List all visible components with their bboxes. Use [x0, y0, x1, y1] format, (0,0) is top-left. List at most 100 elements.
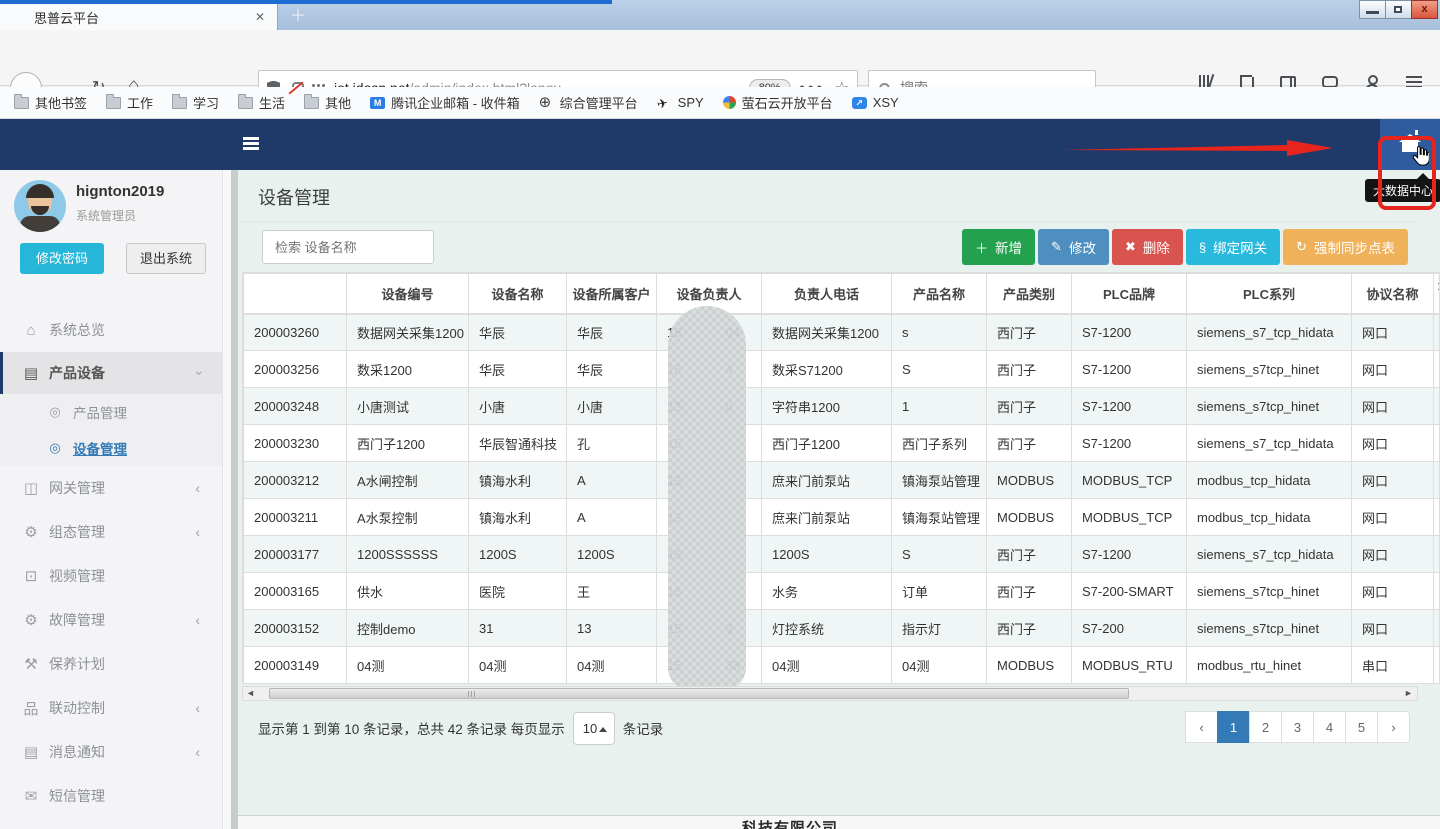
cell-device-name: 供水 [347, 573, 469, 610]
bookmark-icon [370, 97, 385, 109]
cell-plc-brand: 西门子 [987, 610, 1072, 647]
window-close-button[interactable]: x [1411, 0, 1438, 19]
bookmark-item[interactable]: 萤石云开放平台 [723, 93, 833, 112]
cell-plc-series: S7-1200 [1072, 388, 1187, 425]
bookmark-label: 其他书签 [35, 93, 87, 112]
cell-plc-series: MODBUS_TCP [1072, 462, 1187, 499]
bookmark-item[interactable]: 工作 [106, 93, 153, 112]
new-tab-button[interactable]: ＋ [286, 6, 310, 28]
bookmark-item[interactable]: 综合管理平台 [539, 93, 638, 112]
table-header-cell: 协议名称 [1352, 274, 1434, 314]
window-minimize-button[interactable] [1359, 0, 1386, 19]
table-row[interactable]: 200003212 A水闸控制 镇海水利 A 13 庶来门前泵站 镇海泵站管理 … [244, 462, 1440, 499]
bookmark-item[interactable]: 腾讯企业邮箱 - 收件箱 [370, 93, 520, 112]
sidebar-item[interactable]: ▤ 消息通知 ‹ [0, 730, 222, 774]
table-row[interactable]: 200003149 04测 04测 04测 1538 04测 04测 MODBU… [244, 647, 1440, 684]
scrollbar-thumb[interactable] [269, 688, 1129, 699]
page-button[interactable]: › [1377, 711, 1410, 743]
table-row[interactable]: 200003177 1200SSSSSS 1200S 1200S 15 1200… [244, 536, 1440, 573]
page-button[interactable]: 2 [1249, 711, 1282, 743]
cell-customer: 小唐 [469, 388, 567, 425]
scroll-right-arrow[interactable]: ► [1404, 689, 1414, 698]
browser-tab[interactable]: 思普云平台 ✕ [0, 4, 278, 30]
page-button[interactable]: 1 [1217, 711, 1250, 743]
sidebar-item[interactable]: ▤ 产品设备 ‹ [0, 352, 222, 394]
bookmark-label: SPY [678, 95, 704, 110]
sidebar-item[interactable]: ⚙ 故障管理 ‹ [0, 598, 222, 642]
action-button[interactable]: ✖ 删除 [1112, 229, 1183, 265]
page-title: 设备管理 [258, 184, 330, 210]
cell-plc-series: S7-200-SMART [1072, 573, 1187, 610]
window-controls: x [1360, 0, 1438, 19]
action-button[interactable]: § 绑定网关 [1186, 229, 1280, 265]
cell-customer: 1200S [469, 536, 567, 573]
sidebar-item[interactable]: ◫ 网关管理 ‹ [0, 466, 222, 510]
sidebar-item[interactable]: ⚙ 组态管理 ‹ [0, 510, 222, 554]
bookmark-label: 其他 [325, 93, 351, 112]
device-search-box[interactable] [262, 230, 434, 264]
change-password-button[interactable]: 修改密码 [20, 243, 104, 274]
table-row[interactable]: 200003165 供水 医院 王 18 水务 订单 西门子 S7-200-SM… [244, 573, 1440, 610]
sidebar-item[interactable]: ⚒ 保养计划 [0, 642, 222, 686]
window-restore-button[interactable] [1385, 0, 1412, 19]
bookmark-item[interactable]: 其他书签 [14, 93, 87, 112]
device-search-input[interactable] [273, 239, 423, 256]
cell-protocol: siemens_s7_tcp_hidata [1187, 425, 1352, 462]
action-button[interactable]: ↻ 强制同步点表 [1283, 229, 1408, 265]
sidebar-item[interactable]: ⊡ 视频管理 [0, 554, 222, 598]
sidebar-item[interactable]: ◎ 产品管理 [0, 394, 222, 430]
table-row[interactable]: 200003152 控制demo 31 13 153 灯控系统 指示灯 西门子 … [244, 610, 1440, 647]
cell-stub [1434, 647, 1440, 684]
cell-owner: 13 [567, 610, 657, 647]
cell-device-name: 1200SSSSSS [347, 536, 469, 573]
table-row[interactable]: 200003256 数采1200 华辰 华辰 184 数采S71200 S 西门… [244, 351, 1440, 388]
sidebar-scrollbar[interactable] [222, 170, 231, 829]
cell-owner: 04测 [567, 647, 657, 684]
sidebar-item[interactable]: ⌂ 系统总览 [0, 308, 222, 352]
cell-device-name: A水闸控制 [347, 462, 469, 499]
sidebar-item[interactable]: ◎ 设备管理 [0, 430, 222, 466]
horizontal-scrollbar[interactable]: ◄ ► [242, 686, 1418, 701]
sidebar-item-label: 网关管理 [49, 478, 195, 498]
action-button[interactable]: ＋ 新增 [962, 229, 1035, 265]
logout-button[interactable]: 退出系统 [126, 243, 206, 274]
action-button-icon: ✎ [1051, 239, 1062, 255]
page-size-dropdown[interactable]: 10 [573, 712, 615, 745]
cell-protocol: siemens_s7tcp_hinet [1187, 610, 1352, 647]
action-button[interactable]: ✎ 修改 [1038, 229, 1109, 265]
cell-device-id: 200003248 [244, 388, 347, 425]
sidebar-collapse-icon[interactable] [243, 137, 259, 149]
footer-band [238, 816, 1440, 829]
scroll-left-arrow[interactable]: ◄ [246, 689, 256, 698]
table-row[interactable]: 200003248 小唐测试 小唐 小唐 130 字符串1200 1 西门子 S… [244, 388, 1440, 425]
cell-protocol: siemens_s7tcp_hinet [1187, 388, 1352, 425]
sidebar-item-icon: ◎ [44, 404, 66, 420]
sidebar-item[interactable]: 品 联动控制 ‹ [0, 686, 222, 730]
bookmark-item[interactable]: XSY [852, 95, 899, 110]
sidebar-item-icon: ▤ [20, 364, 42, 382]
cell-device-name: 数据网关采集1200 [347, 314, 469, 351]
bookmark-item[interactable]: SPY [657, 95, 704, 110]
cell-protocol: siemens_s7tcp_hinet [1187, 573, 1352, 610]
tab-close-icon[interactable]: ✕ [251, 10, 269, 24]
page-button[interactable]: 5 [1345, 711, 1378, 743]
page-button[interactable]: 3 [1281, 711, 1314, 743]
sidebar-item[interactable]: ▤ [0, 818, 222, 829]
table-row[interactable]: 200003230 西门子1200 华辰智通科技 孔 15 西门子1200 西门… [244, 425, 1440, 462]
cell-customer: 镇海水利 [469, 499, 567, 536]
bookmark-item[interactable]: 其他 [304, 93, 351, 112]
table-row[interactable]: 200003260 数据网关采集1200 华辰 华辰 1804 数据网关采集12… [244, 314, 1440, 351]
bookmark-item[interactable]: 生活 [238, 93, 285, 112]
table-row[interactable]: 200003211 A水泵控制 镇海水利 A 13 庶来门前泵站 镇海泵站管理 … [244, 499, 1440, 536]
page-button[interactable]: ‹ [1185, 711, 1218, 743]
cell-product-name: 字符串1200 [762, 388, 892, 425]
cell-product-type: 镇海泵站管理 [892, 462, 987, 499]
sidebar-item[interactable]: ✉ 短信管理 [0, 774, 222, 818]
cell-comm-mode: 网口 [1352, 351, 1434, 388]
pagination: ‹ 1 2 3 4 5 › [1186, 711, 1410, 743]
page-button[interactable]: 4 [1313, 711, 1346, 743]
sidebar-item-icon: ⚒ [20, 655, 42, 673]
cell-stub [1434, 573, 1440, 610]
bookmark-item[interactable]: 学习 [172, 93, 219, 112]
cell-owner: A [567, 499, 657, 536]
